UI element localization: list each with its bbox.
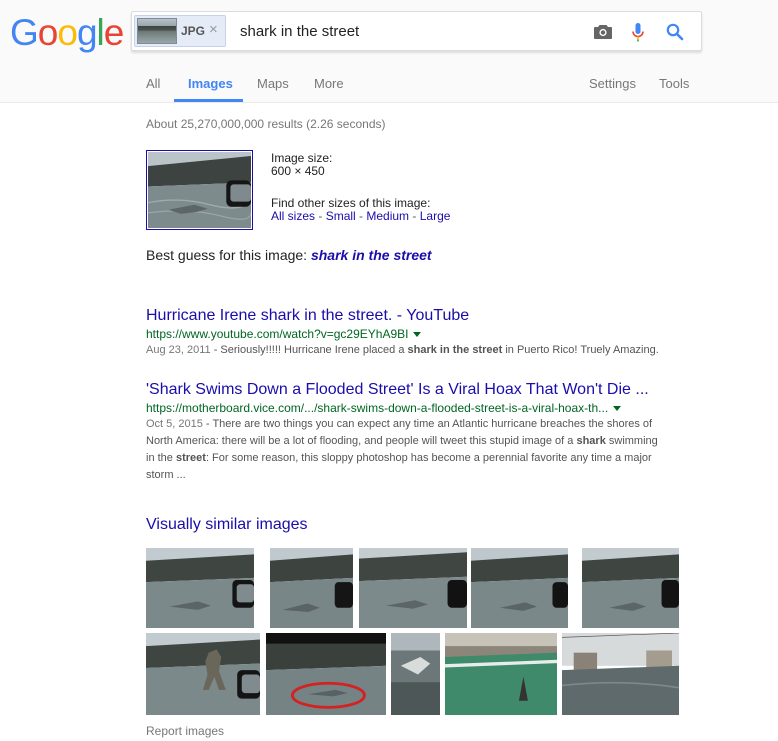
result-snippet: Aug 23, 2011 - Seriously!!!!! Hurricane … xyxy=(146,342,706,359)
similar-image-picture xyxy=(146,633,260,715)
similar-image[interactable] xyxy=(270,548,353,628)
similar-image[interactable] xyxy=(582,548,679,628)
result-url: https://motherboard.vice.com/.../shark-s… xyxy=(146,401,609,415)
similar-image[interactable] xyxy=(562,633,679,715)
url-dropdown-icon[interactable] xyxy=(413,332,422,338)
best-guess-link[interactable]: shark in the street xyxy=(311,247,432,263)
query-image-picture xyxy=(148,152,251,228)
snippet-text: - There are two things you can expect an… xyxy=(202,418,653,430)
snippet-line: storm ... xyxy=(146,467,706,484)
similar-image[interactable] xyxy=(471,548,568,628)
active-tab-indicator xyxy=(174,99,243,102)
snippet-text: swimming xyxy=(605,435,658,447)
result-stats: About 25,270,000,000 results (2.26 secon… xyxy=(146,117,386,131)
size-links: All sizes - Small - Medium - Large xyxy=(271,209,450,223)
similar-image-picture xyxy=(359,548,467,628)
header: Google JPG × shark in the street All Ima… xyxy=(0,0,778,103)
similar-image-picture xyxy=(266,633,386,715)
logo-letter: G xyxy=(10,12,39,53)
result-url: https://www.youtube.com/watch?v=gc29EYhA… xyxy=(146,327,409,341)
google-logo[interactable]: Google xyxy=(10,12,125,54)
similar-image-picture xyxy=(582,548,679,628)
size-separator: - xyxy=(409,209,420,223)
similar-image[interactable] xyxy=(266,633,386,715)
size-link-large[interactable]: Large xyxy=(420,209,451,223)
snippet-highlight: street xyxy=(175,452,206,464)
search-result: Hurricane Irene shark in the street. - Y… xyxy=(146,306,706,359)
size-link-small[interactable]: Small xyxy=(326,209,356,223)
snippet-highlight: shark xyxy=(576,435,606,447)
tab-maps[interactable]: Maps xyxy=(257,76,289,91)
microphone-icon[interactable] xyxy=(626,20,650,44)
image-size-value: 600 × 450 xyxy=(271,164,325,178)
snippet-text: in Puerto Rico! Truely Amazing. xyxy=(502,344,659,356)
query-image[interactable] xyxy=(146,150,253,230)
logo-letter: e xyxy=(103,12,125,53)
snippet-highlight: shark in the street xyxy=(407,344,503,356)
similar-image-picture xyxy=(146,548,254,628)
similar-image-picture xyxy=(445,633,557,715)
tab-tools[interactable]: Tools xyxy=(659,76,689,91)
similar-image-picture xyxy=(471,548,568,628)
snippet-text: - Seriously!!!!! Hurricane Irene placed … xyxy=(210,344,408,356)
snippet-text: : For some reason, this sloppy photoshop… xyxy=(205,452,652,464)
snippet-line: in the street: For some reason, this slo… xyxy=(146,450,706,467)
report-images-link[interactable]: Report images xyxy=(146,724,224,738)
similar-image-picture xyxy=(270,548,353,628)
size-separator: - xyxy=(355,209,367,223)
result-title[interactable]: Hurricane Irene shark in the street. - Y… xyxy=(146,306,706,325)
tab-settings[interactable]: Settings xyxy=(589,76,636,91)
result-url-row: https://www.youtube.com/watch?v=gc29EYhA… xyxy=(146,326,706,342)
result-date: Aug 23, 2011 xyxy=(146,344,211,356)
size-separator: - xyxy=(315,209,326,223)
result-snippet: Oct 5, 2015 - There are two things you c… xyxy=(146,416,706,484)
search-input[interactable]: shark in the street xyxy=(240,23,359,40)
logo-letter: o xyxy=(57,12,78,53)
url-dropdown-icon[interactable] xyxy=(613,406,622,412)
best-guess: Best guess for this image: shark in the … xyxy=(146,247,432,263)
similar-image-picture xyxy=(562,633,679,715)
size-link-all[interactable]: All sizes xyxy=(271,209,315,223)
logo-letter: g xyxy=(76,12,98,53)
find-sizes-label: Find other sizes of this image: xyxy=(271,196,431,210)
snippet-text: in the xyxy=(146,452,176,464)
result-date: Oct 5, 2015 xyxy=(146,418,203,430)
logo-letter: o xyxy=(37,12,59,53)
result-url-row: https://motherboard.vice.com/.../shark-s… xyxy=(146,400,706,416)
chip-label: JPG xyxy=(181,24,206,38)
query-image-thumbnail xyxy=(137,18,177,44)
snippet-line: Oct 5, 2015 - There are two things you c… xyxy=(146,416,706,433)
image-query-chip[interactable]: JPG × xyxy=(134,15,226,47)
image-size-label: Image size: xyxy=(271,151,333,165)
similar-image[interactable] xyxy=(146,633,260,715)
logo-letter: l xyxy=(96,12,105,53)
similar-image[interactable] xyxy=(359,548,467,628)
tab-more[interactable]: More xyxy=(314,76,344,91)
search-box[interactable]: JPG × shark in the street xyxy=(131,11,702,51)
tab-images[interactable]: Images xyxy=(188,76,233,91)
search-result: 'Shark Swims Down a Flooded Street' Is a… xyxy=(146,380,706,484)
similar-image[interactable] xyxy=(146,548,254,628)
chip-close-icon[interactable]: × xyxy=(209,21,218,38)
snippet-text: North America: there will be a lot of fl… xyxy=(146,435,577,447)
camera-icon[interactable] xyxy=(591,20,615,44)
result-title[interactable]: 'Shark Swims Down a Flooded Street' Is a… xyxy=(146,380,706,399)
similar-image[interactable] xyxy=(445,633,557,715)
similar-image-picture xyxy=(391,633,440,715)
best-guess-label: Best guess for this image: xyxy=(146,247,311,263)
similar-image[interactable] xyxy=(391,633,440,715)
size-link-medium[interactable]: Medium xyxy=(366,209,409,223)
visually-similar-heading[interactable]: Visually similar images xyxy=(146,516,308,534)
snippet-line: North America: there will be a lot of fl… xyxy=(146,433,706,450)
tab-all[interactable]: All xyxy=(146,76,160,91)
snippet-text: storm ... xyxy=(146,469,186,481)
search-tabs: All Images Maps More Settings Tools xyxy=(0,66,778,103)
search-icon[interactable] xyxy=(663,20,687,44)
